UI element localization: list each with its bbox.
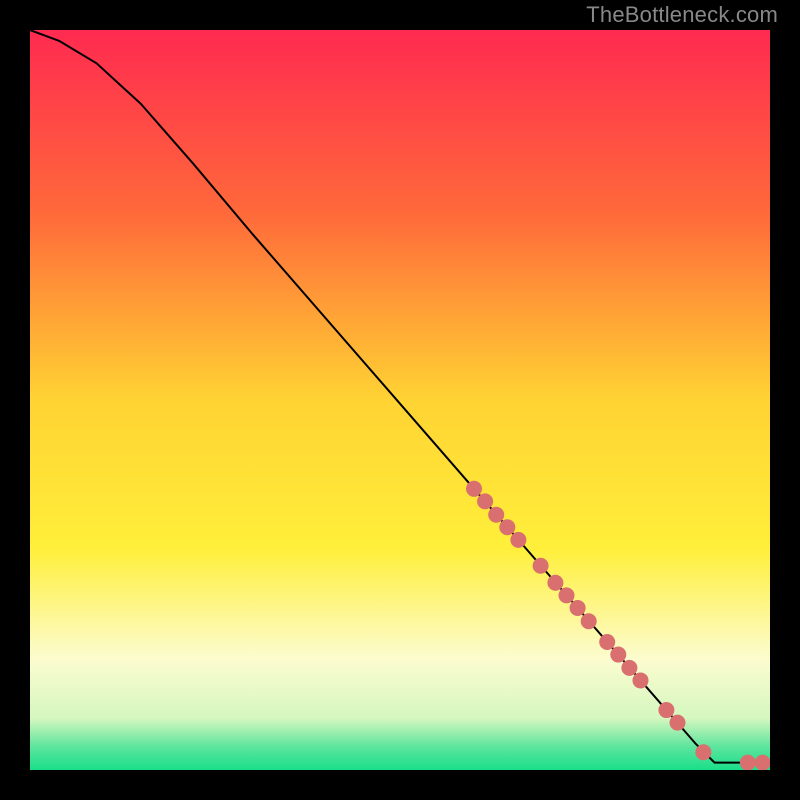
chart-marker <box>599 634 615 650</box>
stage: TheBottleneck.com <box>0 0 800 800</box>
chart-marker <box>547 575 563 591</box>
chart-marker <box>610 647 626 663</box>
chart-marker <box>510 532 526 548</box>
chart-marker <box>740 755 756 770</box>
watermark-text: TheBottleneck.com <box>586 2 778 28</box>
chart-marker <box>488 507 504 523</box>
chart-marker <box>670 715 686 731</box>
chart-marker <box>477 493 493 509</box>
chart-marker <box>533 558 549 574</box>
chart-marker <box>499 519 515 535</box>
chart-marker <box>559 587 575 603</box>
chart-marker <box>570 600 586 616</box>
chart-marker <box>466 481 482 497</box>
chart-background <box>30 30 770 770</box>
chart-svg <box>30 30 770 770</box>
chart-plot <box>30 30 770 770</box>
chart-marker <box>695 744 711 760</box>
chart-marker <box>633 672 649 688</box>
chart-marker <box>658 702 674 718</box>
chart-marker <box>581 613 597 629</box>
chart-marker <box>621 660 637 676</box>
